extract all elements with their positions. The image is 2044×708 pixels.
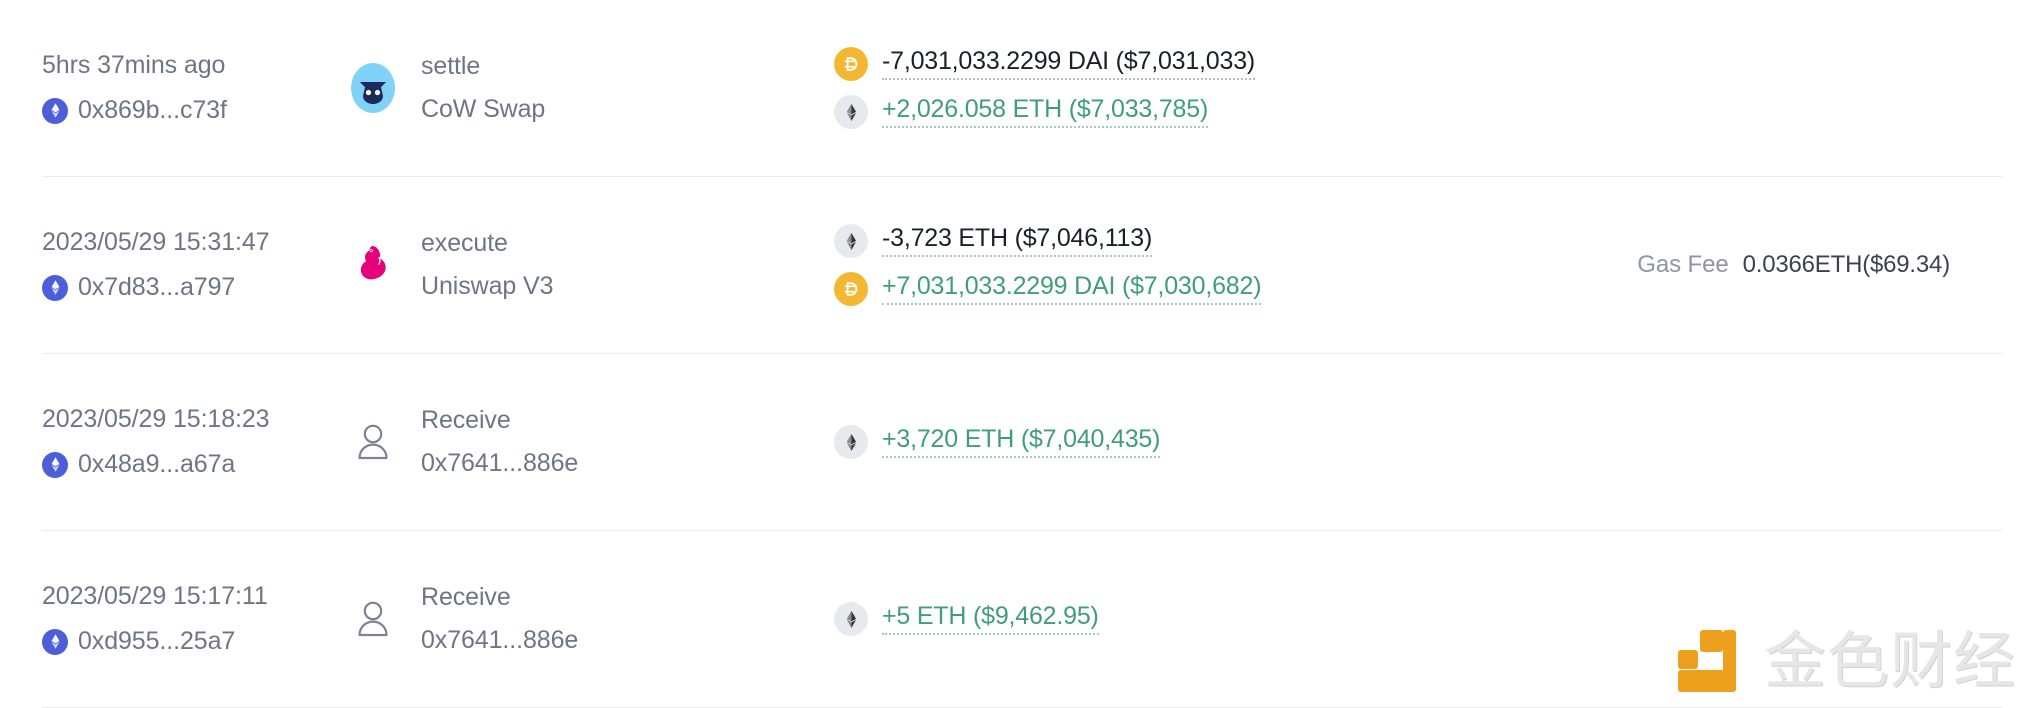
amounts-cell: +5 ETH ($9,462.95) [812,602,1512,636]
amount-line: +5 ETH ($9,462.95) [834,602,1512,636]
table-row[interactable]: 2023/05/29 15:31:47 0x7d83...a797 execut… [42,177,2002,354]
transaction-action: execute [421,229,508,257]
amount-value[interactable]: +5 ETH ($9,462.95) [882,603,1099,635]
table-row[interactable]: 2023/05/29 15:17:11 0xd955...25a7 Receiv… [42,531,2002,708]
amount-line: -3,723 ETH ($7,046,113) [834,224,1512,258]
amount-line: -7,031,033.2299 DAI ($7,031,033) [834,47,1512,81]
amounts-cell: -3,723 ETH ($7,046,113) +7,031,033.2299 … [812,224,1512,306]
transaction-timestamp: 2023/05/29 15:17:11 [42,582,268,610]
transaction-hash-link[interactable]: 0xd955...25a7 [42,627,342,656]
table-row[interactable]: 2023/05/29 15:18:23 0x48a9...a67a Receiv… [42,354,2002,531]
amount-line: +7,031,033.2299 DAI ($7,030,682) [834,272,1512,306]
protocol-labels: settle CoW Swap [421,52,545,124]
amount-line: +3,720 ETH ($7,040,435) [834,425,1512,459]
uniswap-unicorn-icon [347,239,399,291]
transaction-history-table: 5hrs 37mins ago 0x869b...c73f settle CoW… [0,0,2044,708]
protocol-cell: execute Uniswap V3 [342,229,812,301]
protocol-name: Uniswap V3 [421,272,554,300]
ethereum-icon [834,425,868,459]
protocol-labels: Receive 0x7641...886e [421,406,578,478]
amount-line: +2,026.058 ETH ($7,033,785) [834,95,1512,129]
transaction-time-cell: 2023/05/29 15:17:11 0xd955...25a7 [42,582,342,656]
transaction-action: Receive [421,583,511,611]
transaction-action: Receive [421,406,511,434]
transaction-hash-text: 0x7d83...a797 [78,273,236,301]
transaction-hash-link[interactable]: 0x869b...c73f [42,96,342,125]
transaction-hash-link[interactable]: 0x7d83...a797 [42,273,342,302]
user-avatar-icon [347,416,399,468]
transaction-timestamp: 2023/05/29 15:18:23 [42,405,270,433]
ethereum-icon [834,95,868,129]
transaction-hash-text: 0xd955...25a7 [78,627,236,655]
transaction-timestamp: 5hrs 37mins ago [42,51,226,79]
protocol-cell: settle CoW Swap [342,52,812,124]
dai-icon [834,47,868,81]
amounts-cell: -7,031,033.2299 DAI ($7,031,033) +2,026.… [812,47,1512,129]
transaction-action: settle [421,52,481,80]
counterparty-address: 0x7641...886e [421,626,579,654]
protocol-labels: Receive 0x7641...886e [421,583,578,655]
ethereum-badge-icon [42,97,68,124]
amount-value[interactable]: +2,026.058 ETH ($7,033,785) [882,96,1208,128]
ethereum-badge-icon [42,628,68,655]
transaction-hash-text: 0x48a9...a67a [78,450,236,478]
amount-value[interactable]: +3,720 ETH ($7,040,435) [882,426,1160,458]
protocol-cell: Receive 0x7641...886e [342,406,812,478]
protocol-name: CoW Swap [421,95,546,123]
transaction-time-cell: 2023/05/29 15:31:47 0x7d83...a797 [42,228,342,302]
ethereum-badge-icon [42,451,68,478]
amounts-cell: +3,720 ETH ($7,040,435) [812,425,1512,459]
dai-icon [834,272,868,306]
gas-fee-cell: Gas Fee 0.0366ETH($69.34) [1512,251,2002,279]
protocol-cell: Receive 0x7641...886e [342,583,812,655]
ethereum-badge-icon [42,274,68,301]
amount-value[interactable]: +7,031,033.2299 DAI ($7,030,682) [882,273,1262,305]
transaction-hash-link[interactable]: 0x48a9...a67a [42,450,342,479]
transaction-timestamp: 2023/05/29 15:31:47 [42,228,270,256]
counterparty-address: 0x7641...886e [421,449,579,477]
table-row[interactable]: 5hrs 37mins ago 0x869b...c73f settle CoW… [42,0,2002,177]
transaction-time-cell: 2023/05/29 15:18:23 0x48a9...a67a [42,405,342,479]
ethereum-icon [834,224,868,258]
ethereum-icon [834,602,868,636]
transaction-hash-text: 0x869b...c73f [78,96,227,124]
gas-fee-label: Gas Fee [1637,251,1729,278]
transaction-time-cell: 5hrs 37mins ago 0x869b...c73f [42,51,342,125]
amount-value[interactable]: -7,031,033.2299 DAI ($7,031,033) [882,48,1255,80]
amount-value[interactable]: -3,723 ETH ($7,046,113) [882,225,1152,257]
gas-fee-value: 0.0366ETH($69.34) [1742,251,1951,278]
protocol-labels: execute Uniswap V3 [421,229,554,301]
user-avatar-icon [347,593,399,645]
cow-swap-icon [347,62,399,114]
